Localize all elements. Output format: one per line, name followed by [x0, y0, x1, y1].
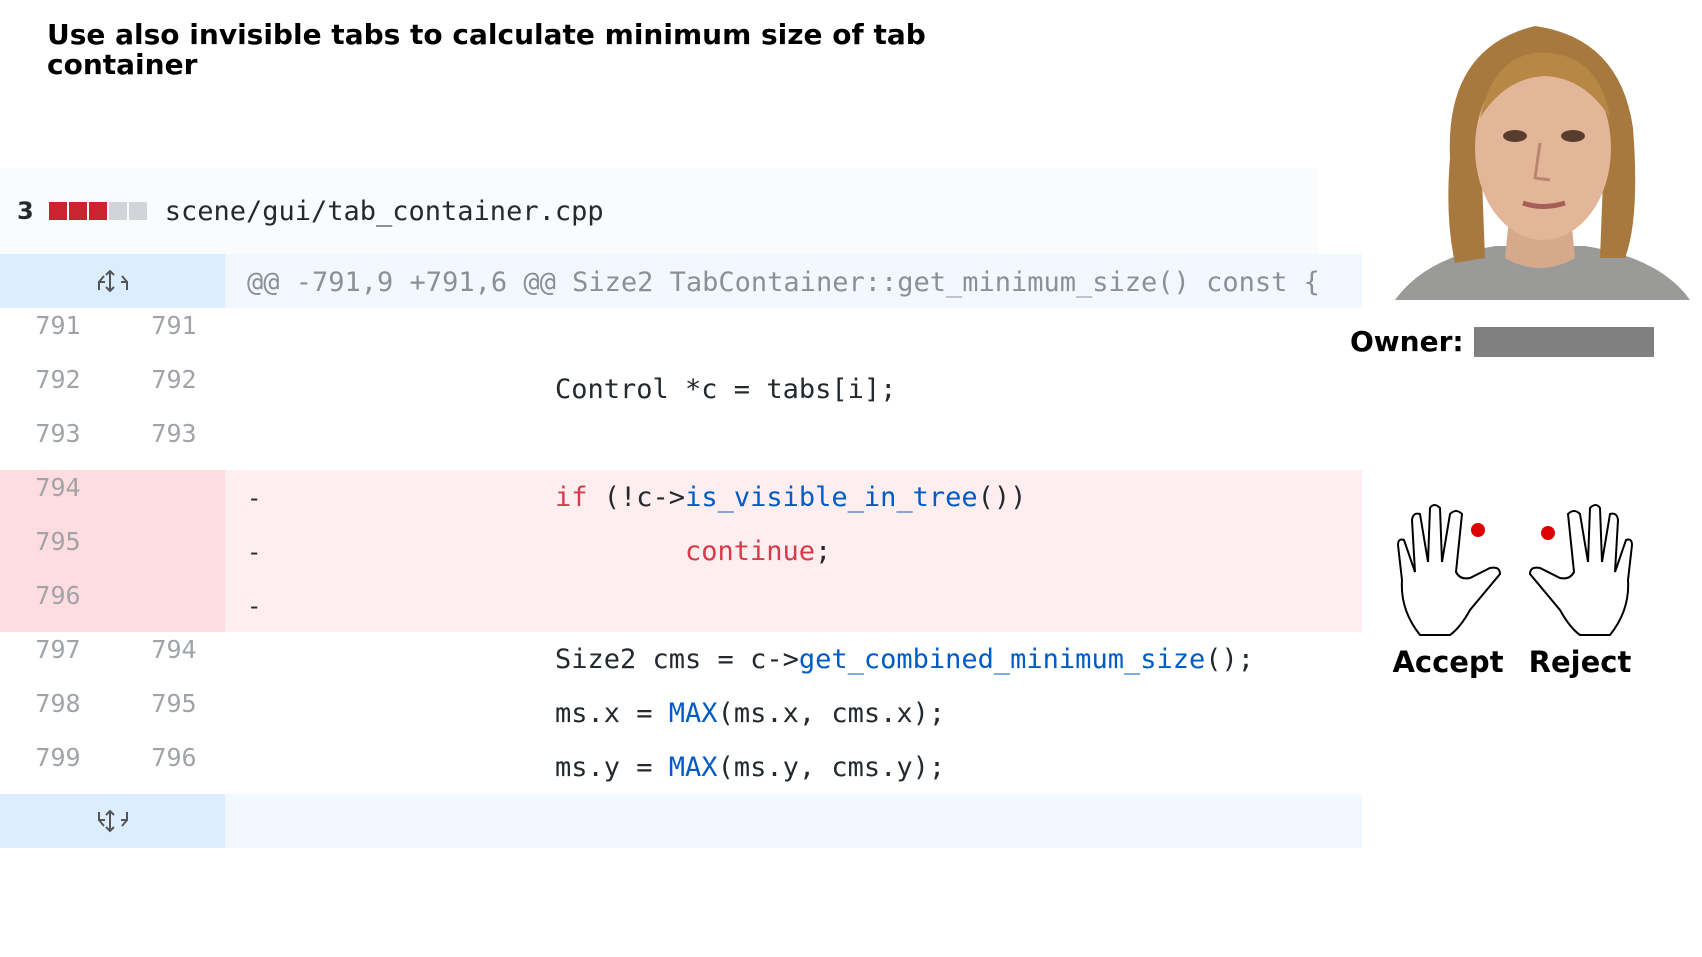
expand-gutter[interactable] [0, 254, 225, 308]
commit-title: Use also invisible tabs to calculate min… [47, 18, 926, 81]
owner-field: Owner: [1350, 325, 1654, 358]
code-text: (ms.x, cms.x); [717, 698, 946, 729]
code-function: MAX [668, 698, 718, 729]
deletion-marker: - [247, 484, 262, 512]
deleted-line: 796 - [0, 578, 1362, 632]
code-text: ()) [977, 482, 1027, 513]
code-text: (); [1205, 644, 1255, 675]
code-text: ms.y = [555, 752, 669, 783]
hunk-footer [0, 794, 1362, 848]
accept-label[interactable]: Accept [1378, 645, 1518, 679]
old-line-number[interactable]: 796 [0, 578, 116, 632]
diff-stat-block [88, 202, 107, 220]
new-line-number[interactable]: 796 [116, 740, 232, 794]
code-keyword: continue [685, 536, 816, 567]
diff-line: 793 793 [0, 416, 1362, 470]
left-hand-icon[interactable] [1390, 500, 1510, 640]
diff-line: 791 791 [0, 308, 1362, 362]
new-line-number[interactable]: 794 [116, 632, 232, 686]
old-line-number[interactable]: 795 [0, 524, 116, 578]
diff-line: 799 796 ms.y = MAX(ms.y, cms.y); [0, 740, 1362, 794]
new-line-number[interactable] [116, 578, 232, 632]
hunk-header: @@ -791,9 +791,6 @@ Size2 TabContainer::… [0, 254, 1362, 308]
new-line-number[interactable]: 795 [116, 686, 232, 740]
code-text: (!c-> [587, 482, 686, 513]
diff-view: 3 scene/gui/tab_container.cpp @@ -791,9 … [0, 168, 1362, 848]
new-line-number[interactable] [116, 524, 232, 578]
code-line: Size2 cms = c->get_combined_minimum_size… [555, 644, 1254, 675]
hunk-range: @@ -791,9 +791,6 @@ Size2 TabContainer::… [247, 267, 1320, 298]
diff-stat-block [48, 202, 67, 220]
old-line-number[interactable]: 791 [0, 308, 116, 362]
file-path[interactable]: scene/gui/tab_container.cpp [165, 196, 604, 227]
file-header: 3 scene/gui/tab_container.cpp [0, 168, 1318, 254]
code-line: ms.x = MAX(ms.x, cms.x); [555, 698, 945, 729]
owner-photo [1385, 8, 1697, 300]
expand-up-icon[interactable] [93, 268, 133, 294]
code-keyword: if [555, 482, 588, 513]
code-line: continue; [685, 536, 831, 567]
old-line-number[interactable]: 799 [0, 740, 116, 794]
new-line-number[interactable]: 793 [116, 416, 232, 470]
right-hand-icon[interactable] [1520, 500, 1640, 640]
diff-stat-block [108, 202, 127, 220]
old-line-number[interactable]: 792 [0, 362, 116, 416]
deleted-line: 794 - if (!c->is_visible_in_tree()) [0, 470, 1362, 524]
changes-count: 3 [17, 197, 34, 225]
owner-label: Owner: [1350, 325, 1464, 358]
old-line-number[interactable]: 793 [0, 416, 116, 470]
diff-stat [48, 202, 149, 220]
code-function: get_combined_minimum_size [798, 644, 1206, 675]
deleted-line: 795 - continue; [0, 524, 1362, 578]
owner-name-redacted [1473, 326, 1654, 357]
deletion-marker: - [247, 592, 262, 620]
deletion-marker: - [247, 538, 262, 566]
code-line: ms.y = MAX(ms.y, cms.y); [555, 752, 945, 783]
code-text: (ms.y, cms.y); [717, 752, 946, 783]
expand-down-icon[interactable] [93, 808, 133, 834]
code-line: if (!c->is_visible_in_tree()) [555, 482, 1026, 513]
old-line-number[interactable]: 797 [0, 632, 116, 686]
diff-line: 792 792 Control *c = tabs[i]; [0, 362, 1362, 416]
diff-line: 798 795 ms.x = MAX(ms.x, cms.x); [0, 686, 1362, 740]
code-text: ms.x = [555, 698, 669, 729]
old-line-number[interactable]: 798 [0, 686, 116, 740]
code-function: is_visible_in_tree [685, 482, 978, 513]
old-line-number[interactable]: 794 [0, 470, 116, 524]
code-text: Size2 cms = c-> [555, 644, 799, 675]
new-line-number[interactable] [116, 470, 232, 524]
expand-gutter[interactable] [0, 794, 225, 848]
diff-stat-block [128, 202, 147, 220]
diff-stat-block [68, 202, 87, 220]
new-line-number[interactable]: 792 [116, 362, 232, 416]
reject-label[interactable]: Reject [1510, 645, 1650, 679]
diff-line: 797 794 Size2 cms = c->get_combined_minim… [0, 632, 1362, 686]
code-text: ; [815, 536, 832, 567]
new-line-number[interactable]: 791 [116, 308, 232, 362]
code-function: MAX [668, 752, 718, 783]
code-line: Control *c = tabs[i]; [555, 374, 897, 405]
